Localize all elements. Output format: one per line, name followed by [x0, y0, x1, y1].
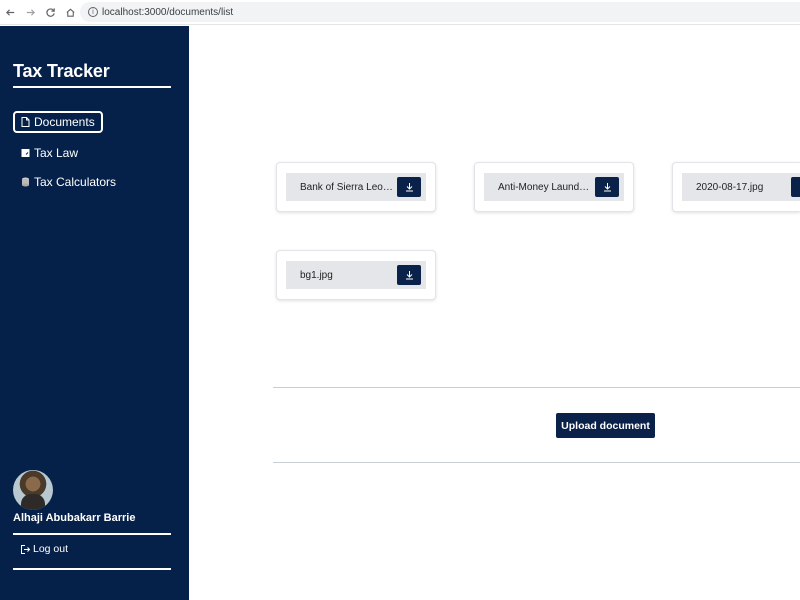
browser-toolbar: i localhost:3000/documents/list [0, 0, 800, 25]
upload-document-button[interactable]: Upload document [556, 413, 655, 438]
document-icon [21, 117, 30, 127]
main-content: Bank of Sierra Leone.pdf Anti-Money Laun… [189, 26, 800, 600]
back-icon[interactable] [0, 0, 20, 25]
document-name: 2020-08-17.jpg [696, 181, 764, 193]
divider [13, 568, 171, 570]
download-icon [603, 183, 611, 192]
document-name: Bank of Sierra Leone.pdf [300, 181, 394, 193]
app-title: Tax Tracker [13, 61, 110, 81]
document-item[interactable]: 2020-08-17.jpg [682, 173, 800, 201]
user-name: Alhaji Abubakarr Barrie [13, 512, 136, 524]
download-button[interactable] [397, 265, 421, 285]
avatar [13, 470, 53, 510]
sidebar-item-label: Tax Law [34, 146, 79, 160]
divider [13, 86, 171, 88]
coins-icon [22, 177, 29, 187]
document-item[interactable]: Bank of Sierra Leone.pdf [286, 173, 426, 201]
download-icon [405, 271, 413, 280]
sidebar: Tax Tracker Documents Tax Law Tax Calcul… [0, 26, 189, 600]
document-item[interactable]: bg1.jpg [286, 261, 426, 289]
sidebar-item-tax-law[interactable]: Tax Law [13, 142, 78, 164]
document-name: bg1.jpg [300, 269, 333, 281]
note-icon [21, 149, 30, 157]
address-bar[interactable]: i localhost:3000/documents/list [80, 2, 800, 22]
document-card: 2020-08-17.jpg [672, 162, 800, 212]
document-item[interactable]: Anti-Money Laundering.pdf [484, 173, 624, 201]
download-button[interactable] [397, 177, 421, 197]
sidebar-item-documents[interactable]: Documents [13, 111, 103, 133]
forward-icon[interactable] [20, 0, 40, 25]
divider [273, 387, 800, 388]
divider [13, 533, 171, 535]
logout-button[interactable]: Log out [21, 543, 68, 555]
divider [273, 462, 800, 463]
url-text: localhost:3000/documents/list [102, 6, 234, 18]
reload-icon[interactable] [40, 0, 60, 25]
site-info-icon[interactable]: i [88, 7, 98, 17]
sidebar-item-label: Tax Calculators [34, 175, 117, 189]
logout-icon [21, 544, 30, 554]
document-card: Bank of Sierra Leone.pdf [276, 162, 436, 212]
download-icon [405, 183, 413, 192]
home-icon[interactable] [60, 0, 80, 25]
document-card: bg1.jpg [276, 250, 436, 300]
logout-label: Log out [33, 543, 69, 555]
download-button[interactable] [791, 177, 800, 197]
sidebar-item-label: Documents [34, 115, 95, 129]
document-card: Anti-Money Laundering.pdf [474, 162, 634, 212]
download-button[interactable] [595, 177, 619, 197]
sidebar-item-tax-calculators[interactable]: Tax Calculators [13, 171, 116, 193]
document-name: Anti-Money Laundering.pdf [498, 181, 592, 193]
